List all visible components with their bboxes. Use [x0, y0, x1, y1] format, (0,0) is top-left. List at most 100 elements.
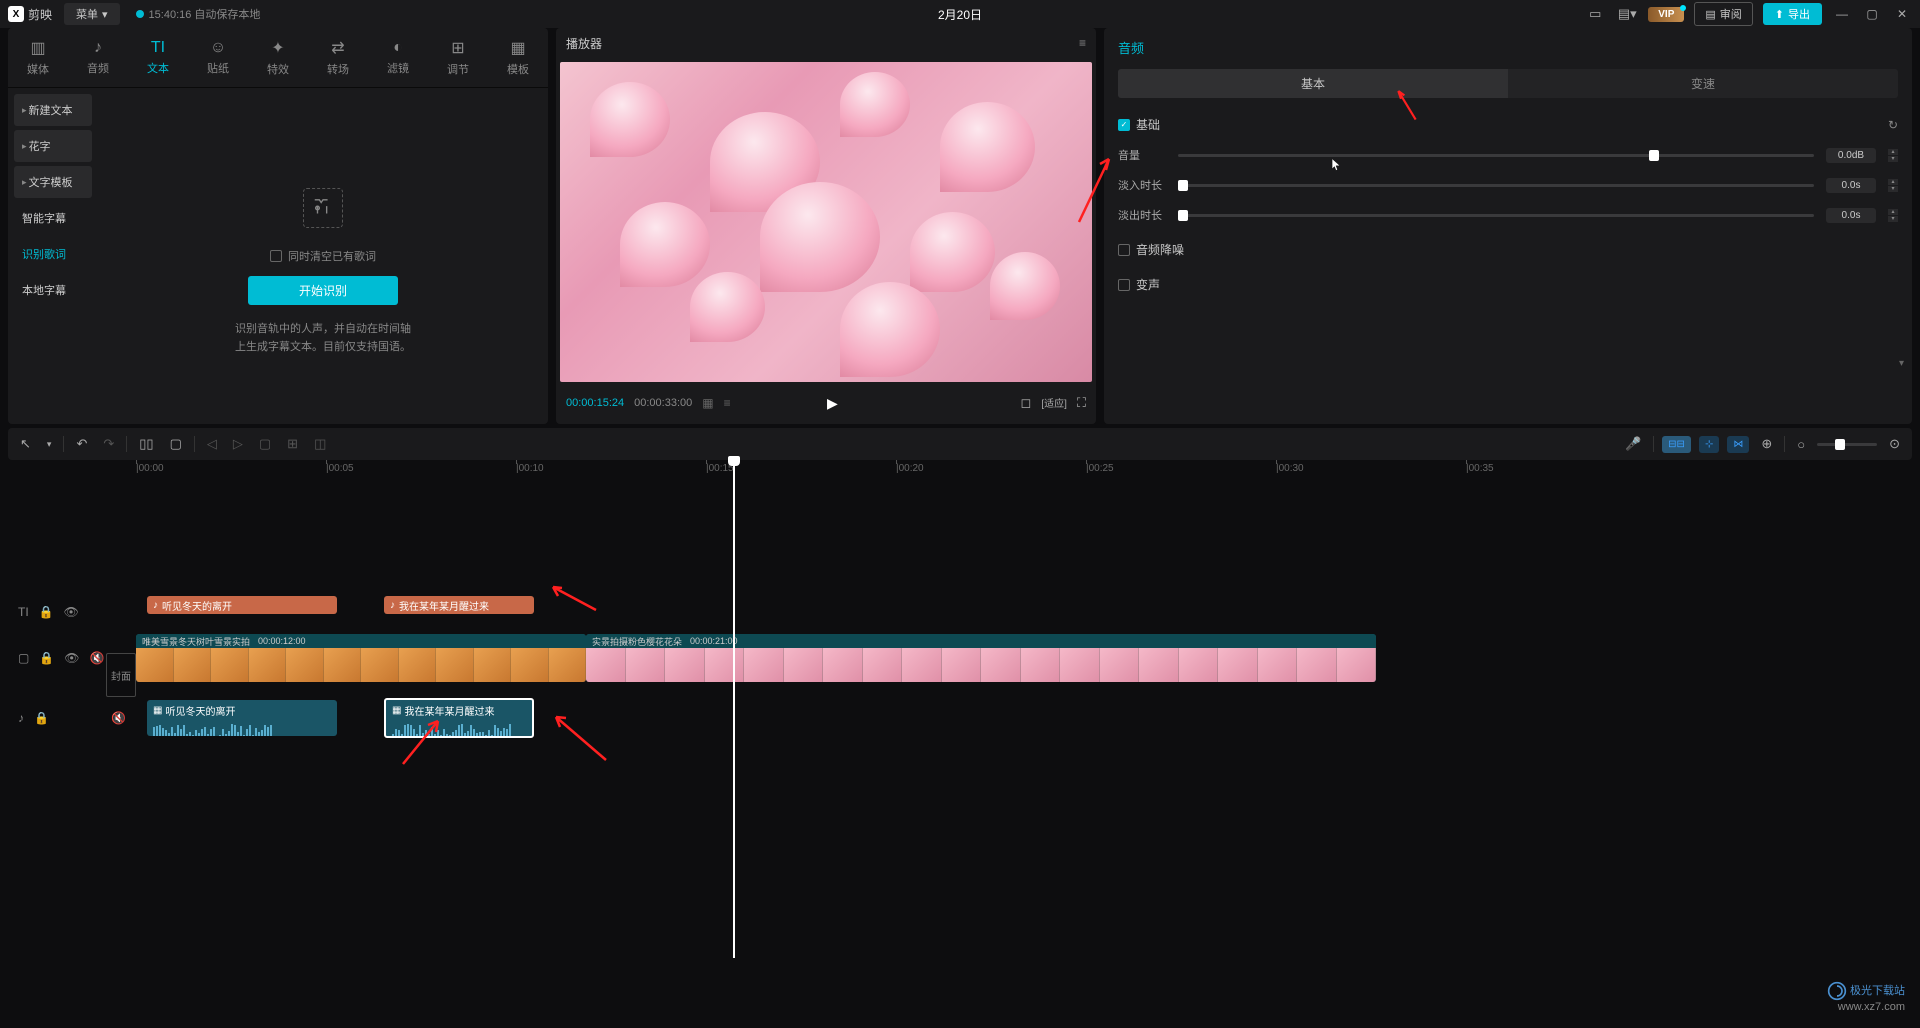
timeline-ruler[interactable]: |00:00|00:05|00:10|00:15|00:20|00:25|00:…	[136, 460, 1912, 480]
video-clip[interactable]: 实景拍摄粉色樱花花朵00:00:21:00	[586, 634, 1376, 682]
video-track-icon: ▢	[18, 651, 29, 665]
snap-icon-3[interactable]: ⋈	[1727, 436, 1749, 453]
text-clip[interactable]: ♪听见冬天的离开	[147, 596, 337, 614]
playhead[interactable]	[733, 458, 735, 958]
media-tab-滤镜[interactable]: ◐滤镜	[368, 28, 428, 87]
reset-icon[interactable]: ↻	[1888, 118, 1898, 132]
tool-icon-4: ⊞	[283, 432, 302, 456]
tab-basic[interactable]: 基本	[1118, 69, 1508, 98]
ruler-tick: |00:00	[136, 463, 164, 474]
snap-icon-1[interactable]: ⊟⊟	[1662, 436, 1691, 453]
media-tab-转场[interactable]: ⇄转场	[308, 28, 368, 87]
ruler-tick: |00:35	[1466, 463, 1494, 474]
list-icon[interactable]: ≡	[724, 396, 731, 410]
menu-button[interactable]: 菜单 ▾	[64, 3, 120, 25]
start-recognition-button[interactable]: 开始识别	[248, 276, 398, 305]
chevron-down-icon[interactable]: ▾	[1899, 358, 1904, 369]
close-button[interactable]: ✕	[1892, 4, 1912, 24]
step-down-icon[interactable]: ▾	[1888, 216, 1898, 222]
step-up-icon[interactable]: ▴	[1888, 149, 1898, 155]
tab-icon: ▦	[510, 38, 525, 58]
zoom-out-icon[interactable]: ○	[1793, 433, 1809, 456]
lock-icon[interactable]: 🔒	[34, 711, 49, 725]
sidebar-item-花字[interactable]: ▸花字	[14, 130, 92, 162]
waveform	[153, 724, 331, 736]
audio-clip[interactable]: ▦我在某年某月醒过来	[384, 698, 534, 738]
step-up-icon[interactable]: ▴	[1888, 179, 1898, 185]
volume-value[interactable]: 0.0dB	[1826, 148, 1876, 163]
minimize-button[interactable]: —	[1832, 4, 1852, 24]
fullscreen-icon[interactable]: ⛶	[1077, 395, 1086, 411]
sidebar-item-智能字幕[interactable]: 智能字幕	[14, 202, 92, 234]
checkbox-icon	[270, 250, 282, 262]
chevron-down-icon[interactable]: ▾	[43, 435, 56, 454]
eye-icon[interactable]: 👁	[64, 651, 79, 665]
maximize-button[interactable]: ▢	[1862, 4, 1882, 24]
undo-icon[interactable]: ↶	[72, 432, 91, 456]
split-icon[interactable]: ▯▯	[135, 432, 157, 456]
music-note-icon: ♪	[390, 600, 395, 611]
mute-icon[interactable]: 🔇	[90, 651, 105, 665]
current-time: 00:00:15:24	[566, 397, 624, 409]
step-down-icon[interactable]: ▾	[1888, 186, 1898, 192]
media-tab-音频[interactable]: ♪音频	[68, 28, 128, 87]
play-button[interactable]: ▶	[827, 395, 838, 412]
audio-clip[interactable]: ▦听见冬天的离开	[147, 700, 337, 736]
basic-checkbox[interactable]: ✓	[1118, 119, 1130, 131]
video-preview[interactable]	[560, 62, 1092, 382]
text-clip[interactable]: ♪我在某年某月醒过来	[384, 596, 534, 614]
export-button[interactable]: ⬆ 导出	[1763, 3, 1822, 25]
step-down-icon[interactable]: ▾	[1888, 156, 1898, 162]
crop-icon[interactable]: ◻	[1021, 395, 1032, 411]
sidebar-item-识别歌词[interactable]: 识别歌词	[14, 238, 92, 270]
chevron-right-icon: ▸	[22, 177, 27, 188]
align-icon[interactable]: ⊕	[1757, 432, 1776, 456]
video-clip[interactable]: 唯美雪景冬天树叶雪景实拍00:00:12:00	[136, 634, 586, 682]
sidebar-item-本地字幕[interactable]: 本地字幕	[14, 274, 92, 306]
media-tab-调节[interactable]: ⊞调节	[428, 28, 488, 87]
media-tab-文本[interactable]: TI文本	[128, 28, 188, 87]
app-name: 剪映	[28, 6, 52, 23]
eye-icon[interactable]: 👁	[64, 605, 79, 619]
voice-change-label: 变声	[1136, 276, 1160, 293]
lock-icon[interactable]: 🔒	[39, 651, 54, 665]
mic-icon[interactable]: 🎤	[1621, 432, 1645, 456]
cover-button[interactable]: 封面	[106, 653, 136, 697]
player-menu-icon[interactable]: ≡	[1079, 36, 1086, 50]
voice-change-checkbox[interactable]	[1118, 279, 1130, 291]
vip-badge[interactable]: VIP	[1648, 7, 1684, 22]
lyric-placeholder-icon	[303, 188, 343, 228]
grid-icon[interactable]: ▦	[702, 396, 713, 410]
video-track: ▢ 🔒 👁 🔇 封面 唯美雪景冬天树叶雪景实拍00:00:12:00实景拍摄粉色…	[8, 634, 1912, 682]
ratio-button[interactable]: [适应]	[1041, 395, 1067, 411]
lock-icon[interactable]: 🔒	[39, 605, 54, 619]
music-note-icon: ♪	[153, 600, 158, 611]
delete-icon[interactable]: ▢	[166, 432, 186, 456]
zoom-slider[interactable]	[1817, 443, 1877, 446]
step-up-icon[interactable]: ▴	[1888, 209, 1898, 215]
snap-icon-2[interactable]: ⊹	[1699, 436, 1719, 453]
media-tab-特效[interactable]: ✦特效	[248, 28, 308, 87]
mute-icon[interactable]: 🔇	[111, 711, 126, 725]
volume-slider[interactable]	[1178, 154, 1814, 157]
tab-icon: TI	[151, 39, 165, 57]
fadein-value[interactable]: 0.0s	[1826, 178, 1876, 193]
sidebar-item-新建文本[interactable]: ▸新建文本	[14, 94, 92, 126]
zoom-fit-icon[interactable]: ⊙	[1885, 432, 1904, 456]
sidebar-item-文字模板[interactable]: ▸文字模板	[14, 166, 92, 198]
clear-lyrics-checkbox[interactable]: 同时清空已有歌词	[270, 248, 376, 264]
denoise-checkbox[interactable]	[1118, 244, 1130, 256]
total-time: 00:00:33:00	[634, 397, 692, 409]
review-button[interactable]: ▤ 审阅	[1694, 2, 1752, 26]
select-tool-icon[interactable]: ↖	[16, 432, 35, 456]
ruler-tick: |00:10	[516, 463, 544, 474]
tab-speed[interactable]: 变速	[1508, 69, 1898, 98]
fadein-slider[interactable]	[1178, 184, 1814, 187]
layout-icon-1[interactable]: ▭	[1584, 5, 1606, 23]
media-tab-贴纸[interactable]: ☺贴纸	[188, 28, 248, 87]
media-tab-媒体[interactable]: ▥媒体	[8, 28, 68, 87]
layout-icon-2[interactable]: ▤▾	[1616, 5, 1638, 23]
fadeout-value[interactable]: 0.0s	[1826, 208, 1876, 223]
fadeout-slider[interactable]	[1178, 214, 1814, 217]
media-tab-模板[interactable]: ▦模板	[488, 28, 548, 87]
